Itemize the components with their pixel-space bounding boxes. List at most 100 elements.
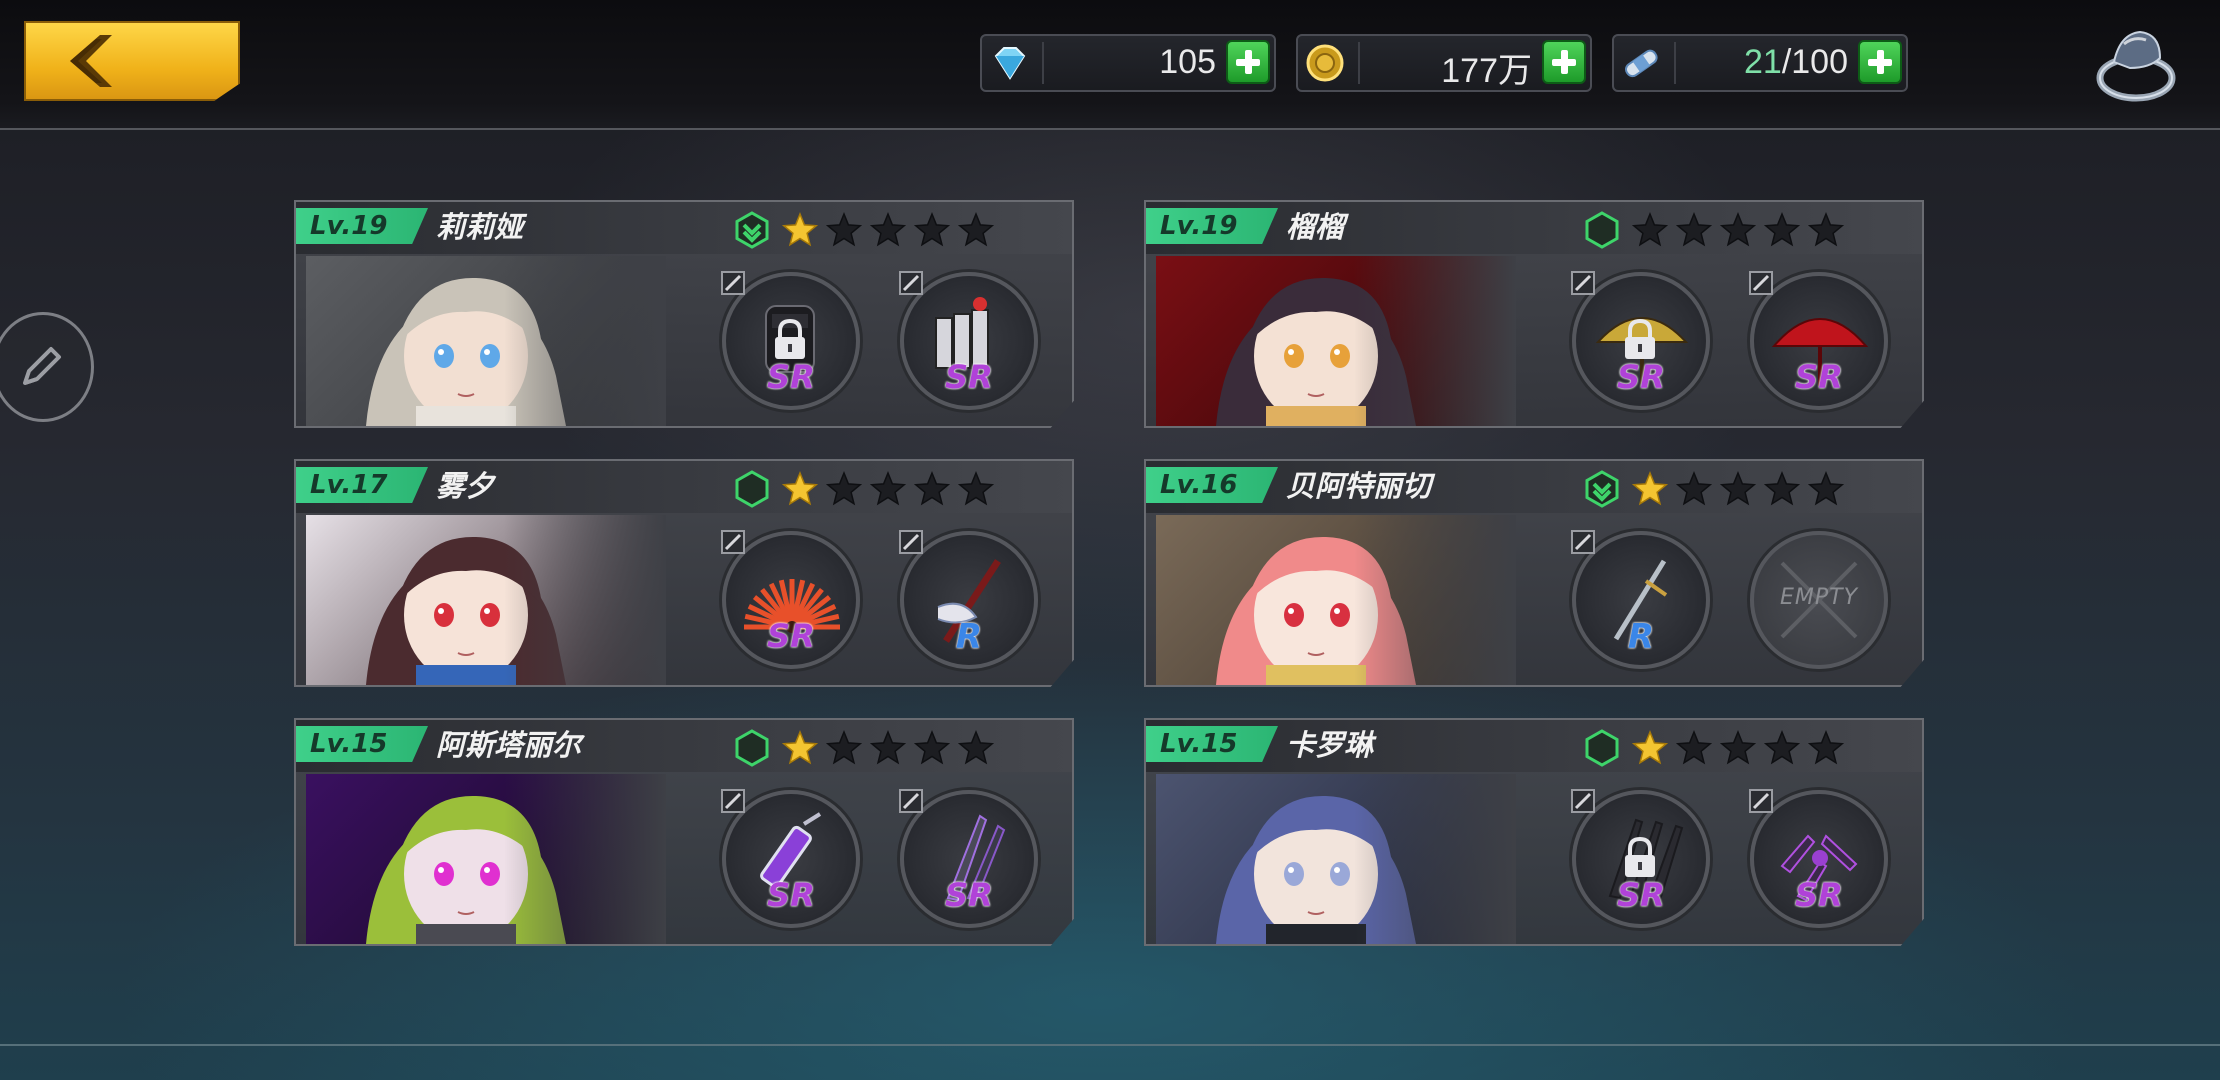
- star-filled-icon: [1628, 469, 1672, 509]
- ring-icon[interactable]: [2090, 22, 2180, 106]
- star-empty-icon: [910, 469, 954, 509]
- star-empty-icon: [1716, 728, 1760, 768]
- gold-coin-icon: [1306, 44, 1344, 82]
- rarity-label: SR: [767, 876, 815, 914]
- star-empty-icon: [1760, 210, 1804, 250]
- star-rating: [1628, 728, 1848, 768]
- character-card[interactable]: Lv.15 阿斯塔丽尔 SR SR: [294, 718, 1074, 946]
- rarity-label: SR: [1617, 358, 1665, 396]
- rarity-label: SR: [1795, 876, 1843, 914]
- back-button[interactable]: [24, 21, 240, 101]
- diamond-value: 105: [1159, 43, 1216, 81]
- star-empty-icon: [866, 469, 910, 509]
- character-name: 榴榴: [1286, 210, 1345, 244]
- character-portrait: [306, 515, 666, 685]
- star-rating: [778, 469, 998, 509]
- equipment-slot-claws[interactable]: SR: [1571, 789, 1710, 928]
- hex-icon: [735, 729, 769, 767]
- character-card[interactable]: Lv.17 雾夕 SR R: [294, 459, 1074, 687]
- equipment-slot-red-umbrella[interactable]: SR: [1749, 271, 1888, 410]
- star-rating: [1628, 469, 1848, 509]
- equipment-slot-gatling-gun[interactable]: SR: [899, 271, 1038, 410]
- lock-icon: [775, 318, 805, 359]
- star-empty-icon: [954, 210, 998, 250]
- character-portrait: [1156, 515, 1516, 685]
- star-empty-icon: [1672, 210, 1716, 250]
- star-rating: [1628, 210, 1848, 250]
- rarity-label: SR: [767, 617, 815, 655]
- star-empty-icon: [954, 469, 998, 509]
- level-badge: Lv.19: [1146, 208, 1278, 244]
- add-gold-button[interactable]: [1542, 40, 1586, 84]
- star-empty-icon: [822, 469, 866, 509]
- character-name: 莉莉娅: [436, 210, 524, 244]
- star-empty-icon: [1804, 210, 1848, 250]
- character-portrait: [306, 256, 666, 426]
- character-card[interactable]: Lv.19 榴榴 SR SR: [1144, 200, 1924, 428]
- level-badge: Lv.15: [296, 726, 428, 762]
- character-name: 贝阿特丽切: [1286, 469, 1432, 503]
- star-empty-icon: [1716, 469, 1760, 509]
- star-empty-icon: [1672, 469, 1716, 509]
- equipment-slot-staff[interactable]: R: [899, 530, 1038, 669]
- star-empty-icon: [822, 210, 866, 250]
- star-empty-icon: [866, 210, 910, 250]
- lock-icon: [1625, 318, 1655, 359]
- stamina-counter: 21/100: [1612, 34, 1908, 92]
- character-card[interactable]: Lv.19 莉莉娅 SR SR: [294, 200, 1074, 428]
- rarity-label: SR: [1617, 876, 1665, 914]
- character-name: 卡罗琳: [1286, 728, 1374, 762]
- diamond-counter: 105: [980, 34, 1276, 92]
- top-bar: 105 177万 21/100: [0, 0, 2220, 130]
- hex-icon: [1585, 729, 1619, 767]
- star-empty-icon: [866, 728, 910, 768]
- gold-value: 177万: [1441, 52, 1532, 90]
- empty-slot-label: EMPTY: [1779, 585, 1859, 610]
- diamond-icon: [994, 47, 1026, 80]
- chevron-hex-icon: [1585, 470, 1619, 508]
- equipment-slot-sword[interactable]: R: [1571, 530, 1710, 669]
- add-stamina-button[interactable]: [1858, 40, 1902, 84]
- equipment-slot-folding-fan[interactable]: SR: [721, 530, 860, 669]
- lock-icon: [1625, 836, 1655, 877]
- star-empty-icon: [910, 728, 954, 768]
- star-rating: [778, 210, 998, 250]
- level-badge: Lv.15: [1146, 726, 1278, 762]
- star-empty-icon: [1760, 728, 1804, 768]
- character-name: 雾夕: [436, 469, 495, 503]
- rarity-label: SR: [945, 876, 993, 914]
- star-filled-icon: [1628, 728, 1672, 768]
- level-badge: Lv.19: [296, 208, 428, 244]
- edit-button[interactable]: [0, 312, 94, 422]
- equipment-slot-blades[interactable]: SR: [899, 789, 1038, 928]
- gold-counter: 177万: [1296, 34, 1592, 92]
- character-portrait: [1156, 774, 1516, 944]
- rarity-label: SR: [767, 358, 815, 396]
- character-card[interactable]: Lv.16 贝阿特丽切 R EMPTY: [1144, 459, 1924, 687]
- star-empty-icon: [910, 210, 954, 250]
- character-portrait: [306, 774, 666, 944]
- equipment-slot-syringe[interactable]: SR: [721, 789, 860, 928]
- equipment-slot-yellow-umbrella[interactable]: SR: [1571, 271, 1710, 410]
- empty-equipment-slot[interactable]: EMPTY: [1750, 531, 1888, 669]
- star-filled-icon: [778, 728, 822, 768]
- star-empty-icon: [1804, 469, 1848, 509]
- equipment-slot-claws-purple[interactable]: SR: [1749, 789, 1888, 928]
- chevron-left-icon: [70, 35, 112, 87]
- rarity-label: SR: [945, 358, 993, 396]
- equipment-slot-gauntlet[interactable]: SR: [721, 271, 860, 410]
- character-card[interactable]: Lv.15 卡罗琳 SR SR: [1144, 718, 1924, 946]
- hex-icon: [735, 470, 769, 508]
- rarity-label: R: [1627, 617, 1655, 657]
- star-empty-icon: [1672, 728, 1716, 768]
- star-empty-icon: [1760, 469, 1804, 509]
- level-badge: Lv.17: [296, 467, 428, 503]
- bottom-divider: [0, 1044, 2220, 1046]
- hex-icon: [1585, 211, 1619, 249]
- add-diamond-button[interactable]: [1226, 40, 1270, 84]
- star-empty-icon: [1716, 210, 1760, 250]
- star-empty-icon: [954, 728, 998, 768]
- star-empty-icon: [1804, 728, 1848, 768]
- pencil-icon: [23, 347, 61, 385]
- level-badge: Lv.16: [1146, 467, 1278, 503]
